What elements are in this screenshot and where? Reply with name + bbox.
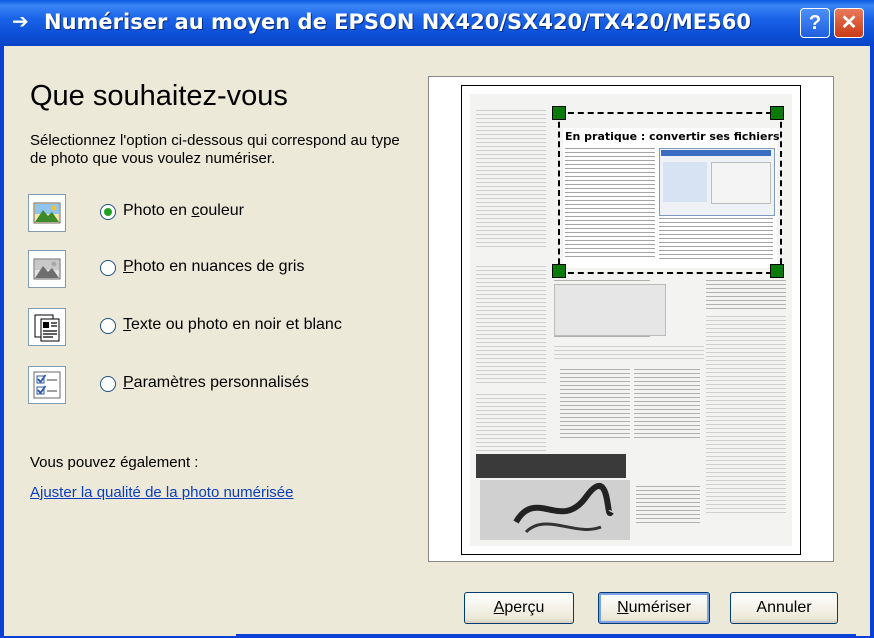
article-thumbnail: En pratique : convertir ses fichiers xyxy=(563,128,780,268)
custom-settings-icon[interactable] xyxy=(28,366,66,404)
crop-handle-bottom-right[interactable] xyxy=(770,264,784,278)
article-title: En pratique : convertir ses fichiers xyxy=(565,130,780,143)
scan-button[interactable]: Numériser xyxy=(598,592,710,624)
dialog-body: Que souhaitez-vous Sélectionnez l'option… xyxy=(4,46,870,636)
radio-color-photo[interactable] xyxy=(100,204,116,220)
crop-handle-bottom-left[interactable] xyxy=(552,264,566,278)
scanner-arrow-icon: ➔ xyxy=(12,11,29,33)
selection-marquee[interactable]: En pratique : convertir ses fichiers xyxy=(558,112,782,274)
crop-handle-top-right[interactable] xyxy=(770,106,784,120)
scan-dialog-window: ➔ Numériser au moyen de EPSON NX420/SX42… xyxy=(0,0,874,638)
grayscale-photo-icon[interactable] xyxy=(28,250,66,288)
option-label: Texte ou photo en noir et blanc xyxy=(123,316,342,333)
radio-custom-settings[interactable] xyxy=(100,376,116,392)
crop-handle-top-left[interactable] xyxy=(552,106,566,120)
instructions-text: Sélectionnez l'option ci-dessous qui cor… xyxy=(30,132,400,167)
bw-text-icon[interactable] xyxy=(28,308,66,346)
color-photo-icon[interactable] xyxy=(28,194,66,232)
title-bar[interactable]: ➔ Numériser au moyen de EPSON NX420/SX42… xyxy=(0,0,874,46)
option-label: Photo en couleur xyxy=(123,202,244,219)
page-title: Que souhaitez-vous xyxy=(30,80,288,112)
radio-grayscale-photo[interactable] xyxy=(100,260,116,276)
option-label: Photo en nuances de gris xyxy=(123,258,305,275)
status-strip xyxy=(236,634,856,636)
cancel-button[interactable]: Annuler xyxy=(730,592,838,624)
option-label: Paramètres personnalisés xyxy=(123,374,309,391)
help-button[interactable]: ? xyxy=(800,8,830,38)
adjust-quality-link[interactable]: Ajuster la qualité de la photo numérisée xyxy=(30,484,294,501)
preview-pane: En pratique : convertir ses fichiers xyxy=(428,76,834,562)
preview-button[interactable]: Aperçu xyxy=(464,592,574,624)
window-title: Numériser au moyen de EPSON NX420/SX420/… xyxy=(44,10,751,34)
also-text: Vous pouvez également : xyxy=(30,454,199,471)
preview-image: En pratique : convertir ses fichiers xyxy=(461,85,801,555)
scanned-page: En pratique : convertir ses fichiers xyxy=(470,94,792,546)
close-button[interactable]: ✕ xyxy=(834,8,864,38)
radio-bw-text[interactable] xyxy=(100,318,116,334)
